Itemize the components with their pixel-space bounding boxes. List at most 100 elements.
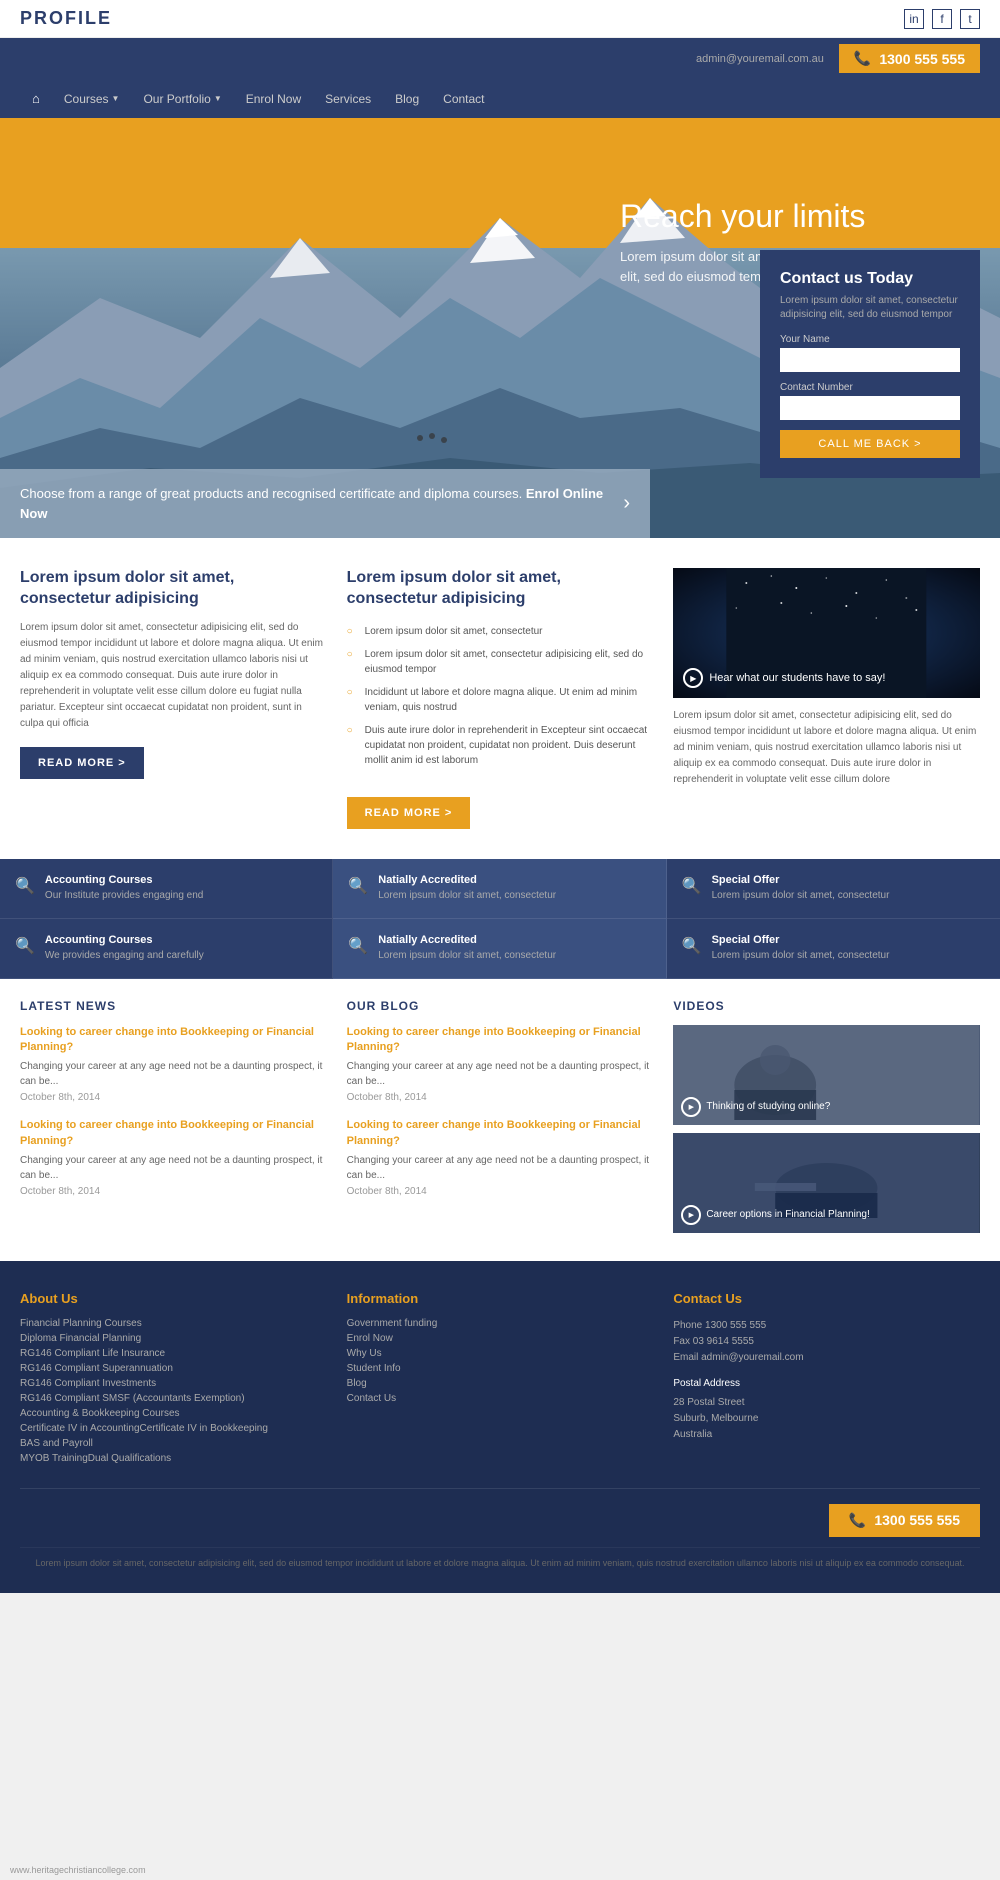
linkedin-icon[interactable]: in	[904, 9, 924, 29]
footer-info-why-us[interactable]: Why Us	[347, 1348, 654, 1359]
nav-contact[interactable]: Contact	[431, 80, 496, 118]
footer-link-diploma[interactable]: Diploma Financial Planning	[20, 1333, 327, 1344]
facebook-icon[interactable]: f	[932, 9, 952, 29]
feature-item-2[interactable]: 🔍 Natially Accredited Lorem ipsum dolor …	[333, 859, 666, 919]
play-icon-1[interactable]: ▶	[681, 1097, 701, 1117]
footer-info-student[interactable]: Student Info	[347, 1363, 654, 1374]
footer-postal-suburb: Suburb, Melbourne	[673, 1411, 980, 1427]
feature-item-5[interactable]: 🔍 Natially Accredited Lorem ipsum dolor …	[333, 919, 666, 979]
footer-info: Information Government funding Enrol Now…	[347, 1291, 654, 1468]
footer-postal-street: 28 Postal Street	[673, 1395, 980, 1411]
footer-phone-button[interactable]: 📞 1300 555 555	[829, 1504, 980, 1537]
footer-link-cert4[interactable]: Certificate IV in AccountingCertificate …	[20, 1423, 327, 1434]
feature-item-1[interactable]: 🔍 Accounting Courses Our Institute provi…	[0, 859, 333, 919]
feature-title-5: Natially Accredited	[378, 934, 556, 946]
feature-text-4: We provides engaging and carefully	[45, 949, 204, 963]
footer-info-enrol-now[interactable]: Enrol Now	[347, 1333, 654, 1344]
feature-text-6: Lorem ipsum dolor sit amet, consectetur	[712, 949, 890, 963]
blog-item-2-title[interactable]: Looking to career change into Bookkeepin…	[347, 1118, 654, 1149]
twitter-icon[interactable]: t	[960, 9, 980, 29]
news-item-2: Looking to career change into Bookkeepin…	[20, 1118, 327, 1197]
feature-search-icon-2: 🔍	[348, 876, 368, 896]
videos-col: VIDEOS ▶ Thinking of studying online?	[673, 999, 980, 1241]
feature-text-1: Our Institute provides engaging end	[45, 889, 203, 903]
website-url: www.heritagechristiancollege.com	[10, 1865, 146, 1875]
footer-link-bookkeeping[interactable]: Accounting & Bookkeeping Courses	[20, 1408, 327, 1419]
footer-link-rg146-super[interactable]: RG146 Compliant Superannuation	[20, 1363, 327, 1374]
footer-link-bas[interactable]: BAS and Payroll	[20, 1438, 327, 1449]
phone-button[interactable]: 📞 1300 555 555	[839, 44, 980, 73]
news-item-1-date: October 8th, 2014	[20, 1092, 327, 1103]
contact-bar: admin@youremail.com.au 📞 1300 555 555	[0, 38, 1000, 79]
video-thumb-1[interactable]: ▶ Thinking of studying online?	[673, 1025, 980, 1125]
video-label: ▶ Hear what our students have to say!	[683, 668, 885, 688]
news-item-1-title[interactable]: Looking to career change into Bookkeepin…	[20, 1025, 327, 1056]
footer-bottom: 📞 1300 555 555	[20, 1488, 980, 1537]
play-icon[interactable]: ▶	[683, 668, 703, 688]
nav-services[interactable]: Services	[313, 80, 383, 118]
features-grid: 🔍 Accounting Courses Our Institute provi…	[0, 859, 1000, 979]
content-col1: Lorem ipsum dolor sit amet, consectetur …	[20, 568, 327, 829]
feature-item-4[interactable]: 🔍 Accounting Courses We provides engagin…	[0, 919, 333, 979]
col2-title: Lorem ipsum dolor sit amet, consectetur …	[347, 568, 654, 610]
feature-text-3: Lorem ipsum dolor sit amet, consectetur	[712, 889, 890, 903]
phone-number: 1300 555 555	[879, 51, 965, 67]
blog-item-1-title[interactable]: Looking to career change into Bookkeepin…	[347, 1025, 654, 1056]
content-col3: ▶ Hear what our students have to say! Lo…	[673, 568, 980, 829]
hero-next-arrow[interactable]: ›	[623, 492, 630, 515]
feature-item-3[interactable]: 🔍 Special Offer Lorem ipsum dolor sit am…	[667, 859, 1000, 919]
footer-link-financial-planning[interactable]: Financial Planning Courses	[20, 1318, 327, 1329]
nav-courses[interactable]: Courses ▼	[52, 80, 132, 118]
footer-link-rg146-life[interactable]: RG146 Compliant Life Insurance	[20, 1348, 327, 1359]
col3-text: Lorem ipsum dolor sit amet, consectetur …	[673, 708, 980, 788]
feature-search-icon-3: 🔍	[682, 876, 702, 896]
hero-section: Reach your limits Lorem ipsum dolor sit …	[0, 118, 1000, 538]
feature-text-2: Lorem ipsum dolor sit amet, consectetur	[378, 889, 556, 903]
bullet-item: Lorem ipsum dolor sit amet, consectetur	[347, 620, 654, 643]
name-label: Your Name	[780, 334, 960, 345]
read-more-dark-button[interactable]: READ MORE >	[20, 747, 144, 779]
name-input[interactable]	[780, 348, 960, 372]
nav-portfolio[interactable]: Our Portfolio ▼	[131, 80, 233, 118]
footer-postal-label: Postal Address	[673, 1376, 980, 1392]
footer-info-contact[interactable]: Contact Us	[347, 1393, 654, 1404]
footer-info-gov-funding[interactable]: Government funding	[347, 1318, 654, 1329]
feature-search-icon-1: 🔍	[15, 876, 35, 896]
video-box[interactable]: ▶ Hear what our students have to say!	[673, 568, 980, 698]
hero-image: Reach your limits Lorem ipsum dolor sit …	[0, 118, 1000, 538]
feature-title-3: Special Offer	[712, 874, 890, 886]
blog-item-2-text: Changing your career at any age need not…	[347, 1153, 654, 1183]
feature-item-6[interactable]: 🔍 Special Offer Lorem ipsum dolor sit am…	[667, 919, 1000, 979]
bullet-item: Lorem ipsum dolor sit amet, consectetur …	[347, 643, 654, 681]
read-more-orange-button[interactable]: READ MORE >	[347, 797, 471, 829]
video-thumb-2[interactable]: ▶ Career options in Financial Planning!	[673, 1133, 980, 1233]
play-icon-2[interactable]: ▶	[681, 1205, 701, 1225]
footer-contact-title: Contact Us	[673, 1291, 980, 1306]
feature-title-4: Accounting Courses	[45, 934, 204, 946]
nav-bar: ⌂ Courses ▼ Our Portfolio ▼ Enrol Now Se…	[0, 79, 1000, 118]
footer-info-blog[interactable]: Blog	[347, 1378, 654, 1389]
news-grid: LATEST NEWS Looking to career change int…	[20, 999, 980, 1241]
call-me-back-button[interactable]: CALL ME BACK >	[780, 430, 960, 458]
contact-number-input[interactable]	[780, 396, 960, 420]
content-grid: Lorem ipsum dolor sit amet, consectetur …	[20, 568, 980, 829]
news-item-2-title[interactable]: Looking to career change into Bookkeepin…	[20, 1118, 327, 1149]
hero-title: Reach your limits	[620, 198, 920, 235]
footer-link-myob[interactable]: MYOB TrainingDual Qualifications	[20, 1453, 327, 1464]
contact-form-title: Contact us Today	[780, 270, 960, 288]
footer-info-title: Information	[347, 1291, 654, 1306]
footer-link-rg146-smsf[interactable]: RG146 Compliant SMSF (Accountants Exempt…	[20, 1393, 327, 1404]
nav-home[interactable]: ⌂	[20, 79, 52, 118]
bullet-item: Incididunt ut labore et dolore magna ali…	[347, 681, 654, 719]
social-icons: in f t	[904, 9, 980, 29]
footer-link-rg146-invest[interactable]: RG146 Compliant Investments	[20, 1378, 327, 1389]
feature-search-icon-4: 🔍	[15, 936, 35, 956]
col2-bullet-list: Lorem ipsum dolor sit amet, consectetur …	[347, 620, 654, 772]
nav-enrol[interactable]: Enrol Now	[234, 80, 313, 118]
videos-col-title: VIDEOS	[673, 999, 980, 1013]
blog-item-2: Looking to career change into Bookkeepin…	[347, 1118, 654, 1197]
footer-phone-number: 1300 555 555	[874, 1512, 960, 1528]
col1-text: Lorem ipsum dolor sit amet, consectetur …	[20, 620, 327, 732]
nav-blog[interactable]: Blog	[383, 80, 431, 118]
feature-title-2: Natially Accredited	[378, 874, 556, 886]
